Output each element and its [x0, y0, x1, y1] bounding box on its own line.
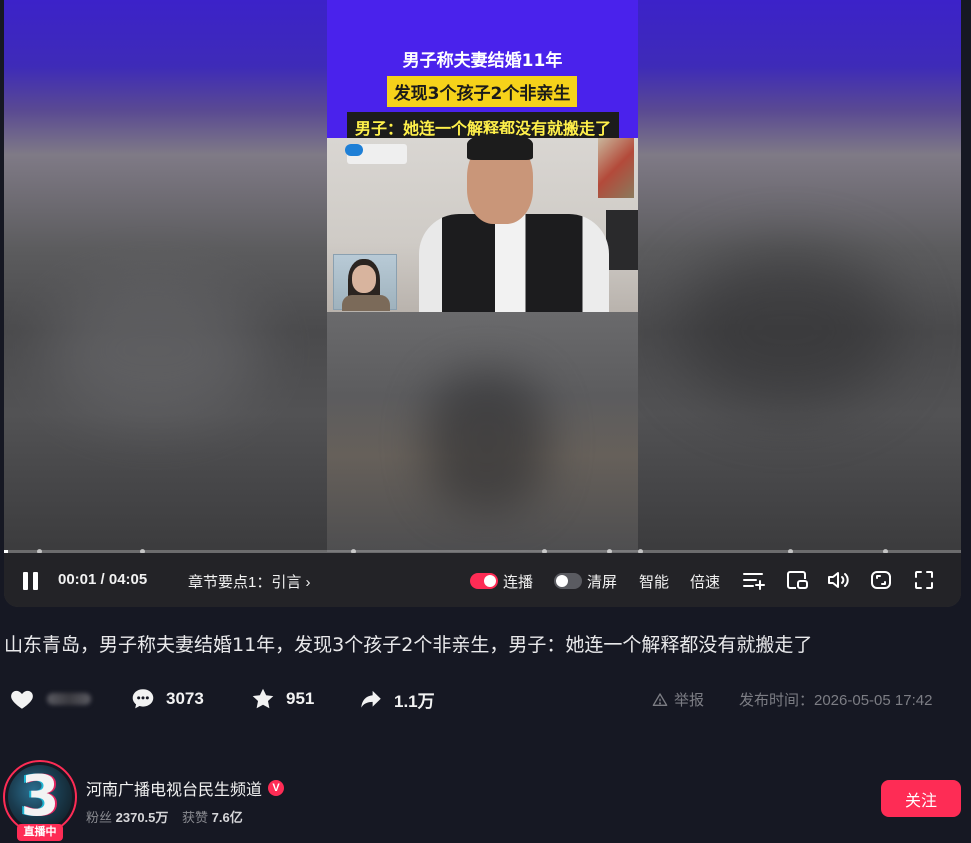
likes-count: 7.6亿 [211, 810, 243, 825]
player-controls: 00:01 / 04:05 章节要点1：引言 › 连播 清屏 智能 倍速 [4, 553, 961, 607]
avatar-logo: 3 [20, 765, 60, 829]
video-blur-right [638, 0, 961, 552]
video-caption-line1: 男子称夫妻结婚11年 [402, 51, 563, 71]
warning-icon [652, 692, 668, 706]
video-frame[interactable]: 男子称夫妻结婚11年 发现3个孩子2个非亲生 男子：她连一个解释都没有就搬走了 [327, 0, 638, 552]
report-button[interactable]: 举报 [652, 689, 704, 710]
live-badge[interactable]: 直播中 [17, 824, 63, 841]
smart-button[interactable]: 智能 [639, 571, 669, 592]
publish-time: 发布时间：2026-05-05 17:42 [739, 692, 933, 709]
author-name-text: 河南广播电视台民生频道 [86, 782, 263, 799]
star-icon [252, 688, 274, 709]
fans-label: 粉丝 [86, 810, 113, 825]
favorite-count: 951 [286, 689, 315, 708]
volume-icon[interactable] [826, 568, 850, 592]
video-player[interactable]: 男子称夫妻结婚11年 发现3个孩子2个非亲生 男子：她连一个解释都没有就搬走了 [4, 0, 961, 607]
comment-button[interactable]: 3073 [130, 686, 204, 712]
follow-button[interactable]: 关注 [881, 780, 961, 817]
video-caption-area: 男子称夫妻结婚11年 发现3个孩子2个非亲生 男子：她连一个解释都没有就搬走了 [327, 0, 638, 142]
comment-count: 3073 [166, 689, 204, 708]
time-display: 00:01 / 04:05 [58, 571, 148, 588]
chapter-label[interactable]: 章节要点1：引言 › [188, 571, 311, 592]
report-label: 举报 [674, 692, 705, 709]
speed-button[interactable]: 倍速 [690, 571, 720, 592]
favorite-button[interactable]: 951 [250, 686, 314, 712]
playlist-add-icon[interactable] [742, 568, 766, 592]
autoplay-label[interactable]: 连播 [503, 571, 533, 592]
author-stats: 粉丝 2370.5万 获赞 7.6亿 [86, 807, 253, 826]
avatar: 3 [8, 765, 72, 829]
autoplay-toggle[interactable] [470, 573, 498, 589]
comment-icon [132, 689, 154, 709]
video-caption-line2: 发现3个孩子2个非亲生 [387, 76, 577, 107]
verified-icon: V [268, 780, 285, 796]
video-scene [327, 134, 638, 314]
share-button[interactable]: 1.1万 [358, 686, 435, 712]
likes-label: 获赞 [182, 810, 209, 825]
clearscreen-label[interactable]: 清屏 [587, 571, 617, 592]
heart-icon [11, 690, 33, 709]
video-title: 山东青岛，男子称夫妻结婚11年，发现3个孩子2个非亲生，男子：她连一个解释都没有… [4, 634, 813, 656]
video-blur-left [4, 0, 327, 552]
pip-icon[interactable] [785, 568, 809, 592]
author-avatar[interactable]: 3 [3, 760, 77, 834]
share-icon [361, 690, 381, 708]
channel-logo-mark [345, 144, 363, 156]
fullscreen-icon[interactable] [912, 568, 936, 592]
video-blurred-lower [327, 312, 638, 552]
author-name[interactable]: 河南广播电视台民生频道 V [86, 776, 285, 800]
fans-count: 2370.5万 [115, 810, 169, 825]
like-count-hidden [47, 693, 91, 705]
like-button[interactable] [9, 686, 91, 712]
clearscreen-toggle[interactable] [554, 573, 582, 589]
video-inset-picture [333, 254, 397, 311]
pause-icon[interactable] [22, 572, 40, 590]
share-count: 1.1万 [394, 691, 435, 711]
webscreen-icon[interactable] [869, 568, 893, 592]
